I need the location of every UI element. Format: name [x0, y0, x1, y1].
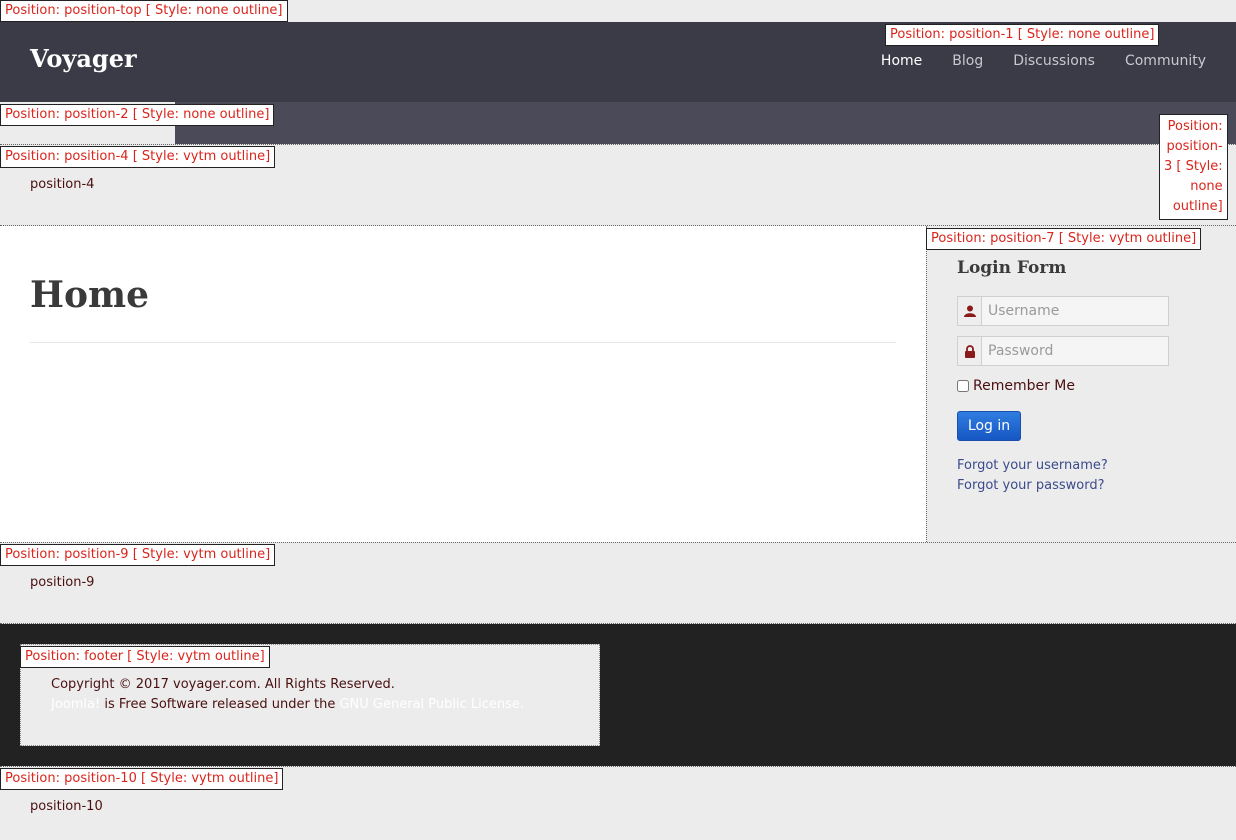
- license-text: Joomla! is Free Software released under …: [51, 697, 524, 712]
- position-4-text: position-4: [30, 177, 95, 192]
- position-10-label: Position: position-10 [ Style: vytm outl…: [0, 768, 284, 790]
- remember-me-label: Remember Me: [973, 378, 1075, 394]
- position-3-label-line: Position:: [1167, 119, 1223, 134]
- site-logo[interactable]: Voyager: [30, 44, 137, 73]
- position-3-label-line: outline]: [1172, 199, 1223, 214]
- nav-item-discussions[interactable]: Discussions: [1013, 53, 1095, 69]
- login-button[interactable]: Log in: [957, 411, 1021, 441]
- position-3-label-line: 3 [ Style:: [1164, 159, 1223, 174]
- license-middle-text: is Free Software released under the: [100, 697, 340, 712]
- copyright-text: Copyright © 2017 voyager.com. All Rights…: [51, 677, 395, 692]
- lock-icon: [958, 337, 982, 365]
- nav-item-blog[interactable]: Blog: [952, 53, 983, 69]
- user-icon: [958, 297, 982, 325]
- position-10-text: position-10: [30, 799, 103, 814]
- position-4-label: Position: position-4 [ Style: vytm outli…: [0, 146, 276, 168]
- remember-me: Remember Me: [957, 378, 1075, 394]
- page-title: Home: [30, 274, 150, 316]
- nav-item-community[interactable]: Community: [1125, 53, 1206, 69]
- username-field: [957, 296, 1169, 326]
- forgot-username-link[interactable]: Forgot your username?: [957, 458, 1108, 473]
- password-input[interactable]: [982, 337, 1168, 365]
- position-7-region: Login Form Remember Me Log in Forgot you…: [926, 226, 1236, 542]
- forgot-password-link[interactable]: Forgot your password?: [957, 478, 1105, 493]
- main-nav: Home Blog Discussions Community: [851, 53, 1206, 69]
- login-form-title: Login Form: [957, 258, 1067, 278]
- remember-me-checkbox[interactable]: [957, 380, 969, 392]
- title-divider: [30, 342, 896, 343]
- footer-label: Position: footer [ Style: vytm outline]: [20, 646, 270, 668]
- joomla-link[interactable]: Joomla!: [51, 697, 100, 712]
- main-content: Home: [0, 226, 926, 542]
- position-2-label: Position: position-2 [ Style: none outli…: [0, 104, 275, 126]
- position-3-label-line: none: [1190, 179, 1223, 194]
- position-3-label: Position: position- 3 [ Style: none outl…: [1159, 114, 1228, 220]
- position-1-label: Position: position-1 [ Style: none outli…: [885, 24, 1160, 46]
- nav-item-home[interactable]: Home: [881, 53, 922, 69]
- position-9-text: position-9: [30, 575, 95, 590]
- position-top-label: Position: position-top [ Style: none out…: [0, 0, 288, 22]
- position-3-label-line: position-: [1166, 139, 1223, 154]
- password-field: [957, 336, 1169, 366]
- position-9-label: Position: position-9 [ Style: vytm outli…: [0, 544, 276, 566]
- position-7-label: Position: position-7 [ Style: vytm outli…: [926, 228, 1202, 250]
- gpl-link[interactable]: GNU General Public License.: [339, 697, 524, 712]
- username-input[interactable]: [982, 297, 1168, 325]
